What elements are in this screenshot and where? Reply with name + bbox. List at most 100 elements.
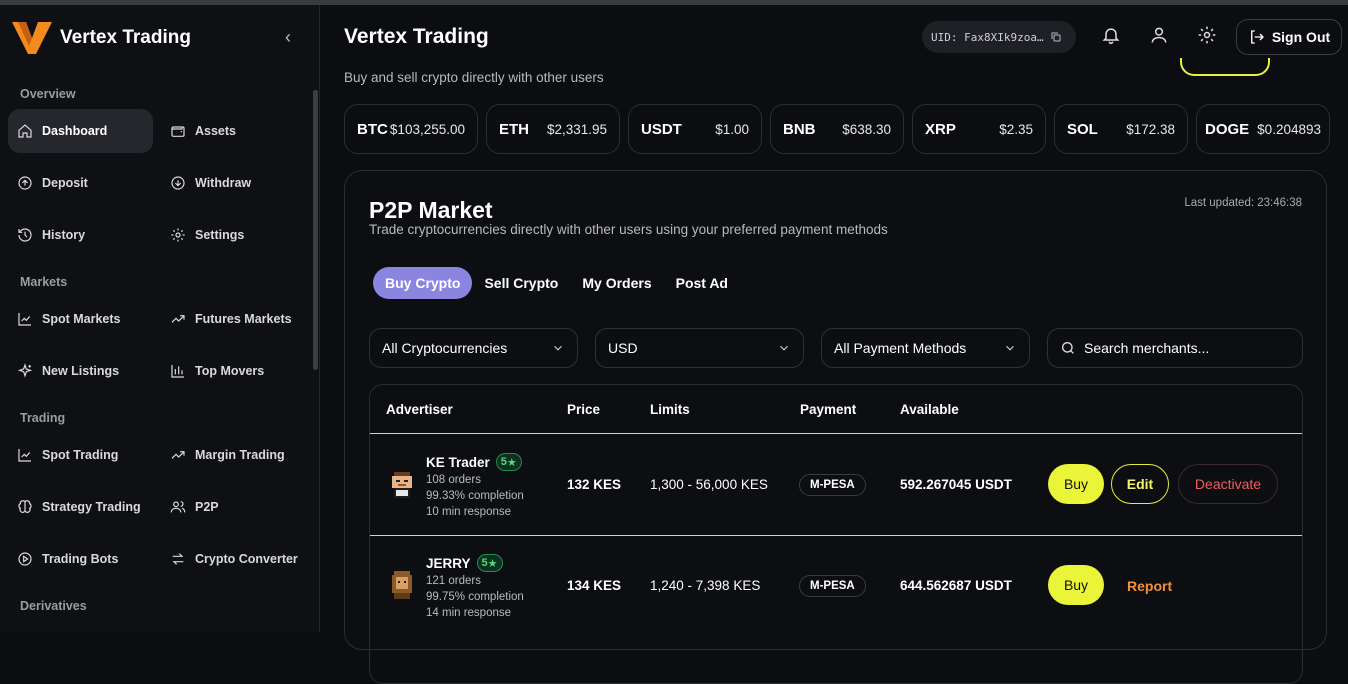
- sidebar-item-settings[interactable]: Settings: [161, 213, 306, 257]
- sidebar-scrollbar[interactable]: [313, 90, 318, 370]
- users-icon: [169, 498, 187, 516]
- report-button[interactable]: Report: [1127, 578, 1172, 594]
- sidebar-item-label: Dashboard: [42, 124, 108, 138]
- ticker-card[interactable]: BTC $103,255.00: [344, 104, 478, 154]
- user-icon[interactable]: [1149, 25, 1171, 47]
- ticker-price: $2.35: [999, 121, 1033, 137]
- sidebar-item-label: Futures Markets: [195, 312, 292, 326]
- sidebar-item-withdraw[interactable]: Withdraw: [161, 161, 306, 205]
- column-payment: Payment: [800, 402, 857, 417]
- chart-line-icon: [16, 310, 34, 328]
- sidebar-item-p2p[interactable]: P2P: [161, 485, 306, 529]
- sidebar-item-label: Crypto Converter: [195, 552, 298, 566]
- edit-button[interactable]: Edit: [1111, 464, 1169, 504]
- uid-chip[interactable]: UID: Fax8XIk9zoa…: [922, 21, 1076, 53]
- sidebar-item-label: Deposit: [42, 176, 88, 190]
- ticker-symbol: ETH: [499, 120, 529, 138]
- sidebar-item-label: Spot Trading: [42, 448, 119, 462]
- tab-buy-crypto[interactable]: Buy Crypto: [373, 267, 473, 299]
- sidebar-item-margin-trading[interactable]: Margin Trading: [161, 433, 311, 477]
- sign-out-button[interactable]: Sign Out: [1236, 19, 1342, 55]
- rating-badge: 5 ★: [495, 453, 522, 471]
- completion-rate: 99.33% completion: [426, 490, 524, 502]
- advertiser-stats: 108 orders 99.33% completion 10 min resp…: [426, 472, 524, 520]
- payment-badge: M-PESA: [799, 474, 866, 496]
- ticker-price: $1.00: [715, 121, 749, 137]
- sidebar-item-trading-bots[interactable]: Trading Bots: [8, 537, 153, 581]
- column-available: Available: [900, 402, 959, 417]
- sidebar-item-spot-trading[interactable]: Spot Trading: [8, 433, 153, 477]
- ticker-symbol: DOGE: [1205, 120, 1250, 138]
- sidebar-item-top-movers[interactable]: Top Movers: [161, 349, 306, 393]
- ticker-card[interactable]: SOL $172.38: [1054, 104, 1188, 154]
- sidebar-item-assets[interactable]: Assets: [161, 109, 306, 153]
- rating-badge: 5 ★: [476, 554, 503, 572]
- sidebar-item-label: New Listings: [42, 364, 120, 378]
- orders-count: 121 orders: [426, 575, 481, 587]
- available-cell: 644.562687 USDT: [900, 578, 1012, 593]
- chevron-down-icon: [1006, 345, 1014, 351]
- ticker-card[interactable]: DOGE $0.204893: [1196, 104, 1330, 154]
- sidebar-item-label: Withdraw: [195, 176, 252, 190]
- sidebar-item-label: History: [42, 228, 86, 242]
- gear-icon: [169, 226, 187, 244]
- brand[interactable]: Vertex Trading: [12, 20, 191, 56]
- offers-table: Advertiser Price Limits Payment Availabl…: [369, 384, 1303, 684]
- sidebar-item-label: Assets: [195, 124, 236, 138]
- avatar: [392, 571, 412, 599]
- sidebar-item-futures-markets[interactable]: Futures Markets: [161, 297, 316, 341]
- avatar: [392, 472, 412, 498]
- ticker-card[interactable]: XRP $2.35: [912, 104, 1046, 154]
- payment-badge: M-PESA: [799, 575, 866, 597]
- arrow-up-circle-icon: [16, 174, 34, 192]
- deactivate-button[interactable]: Deactivate: [1178, 464, 1278, 504]
- advertiser-name[interactable]: KE Trader 5 ★: [426, 453, 522, 471]
- sidebar-item-spot-markets[interactable]: Spot Markets: [8, 297, 153, 341]
- ticker-symbol: BNB: [783, 120, 816, 138]
- sidebar-item-deposit[interactable]: Deposit: [8, 161, 153, 205]
- sidebar-item-dashboard[interactable]: Dashboard: [8, 109, 153, 153]
- merchant-search-input[interactable]: Search merchants...: [1047, 328, 1303, 368]
- sidebar-item-label: Spot Markets: [42, 312, 121, 326]
- ticker-card[interactable]: USDT $1.00: [628, 104, 762, 154]
- ticker-price: $0.204893: [1257, 121, 1321, 137]
- sidebar-item-label: Margin Trading: [195, 448, 285, 462]
- tab-sell-crypto[interactable]: Sell Crypto: [472, 267, 570, 299]
- sidebar-item-crypto-converter[interactable]: Crypto Converter: [161, 537, 311, 581]
- table-header: Advertiser Price Limits Payment Availabl…: [370, 385, 1302, 434]
- tab-my-orders[interactable]: My Orders: [570, 267, 663, 299]
- play-circle-icon: [16, 550, 34, 568]
- tab-post-ad[interactable]: Post Ad: [664, 267, 740, 299]
- sidebar-item-strategy-trading[interactable]: Strategy Trading: [8, 485, 158, 529]
- column-advertiser: Advertiser: [386, 402, 453, 417]
- copy-icon[interactable]: [1050, 31, 1062, 43]
- ticker-price: $638.30: [842, 121, 891, 137]
- partial-button-outline[interactable]: [1180, 58, 1270, 76]
- ticker-card[interactable]: BNB $638.30: [770, 104, 904, 154]
- advertiser-name[interactable]: JERRY 5 ★: [426, 554, 503, 572]
- sidebar-item-history[interactable]: History: [8, 213, 153, 257]
- chart-line-icon: [16, 446, 34, 464]
- bell-icon[interactable]: [1101, 25, 1123, 47]
- currency-select[interactable]: USD: [595, 328, 804, 368]
- buy-button[interactable]: Buy: [1048, 464, 1104, 504]
- swap-arrows-icon: [169, 550, 187, 568]
- wallet-icon: [169, 122, 187, 140]
- crypto-select[interactable]: All Cryptocurrencies: [369, 328, 578, 368]
- p2p-subtitle: Trade cryptocurrencies directly with oth…: [369, 222, 888, 237]
- gear-icon[interactable]: [1197, 25, 1219, 47]
- payment-select[interactable]: All Payment Methods: [821, 328, 1030, 368]
- buy-button[interactable]: Buy: [1048, 565, 1104, 605]
- available-cell: 592.267045 USDT: [900, 477, 1012, 492]
- ticker-price: $103,255.00: [389, 121, 465, 137]
- ticker-price: $2,331.95: [546, 121, 607, 137]
- history-icon: [16, 226, 34, 244]
- ticker-card[interactable]: ETH $2,331.95: [486, 104, 620, 154]
- star-icon: ★: [487, 557, 498, 570]
- ticker-symbol: USDT: [641, 120, 682, 138]
- sidebar-item-new-listings[interactable]: New Listings: [8, 349, 153, 393]
- column-limits: Limits: [650, 402, 690, 417]
- collapse-sidebar-icon[interactable]: ‹: [278, 27, 298, 47]
- arrow-down-circle-icon: [169, 174, 187, 192]
- completion-rate: 99.75% completion: [426, 591, 524, 603]
